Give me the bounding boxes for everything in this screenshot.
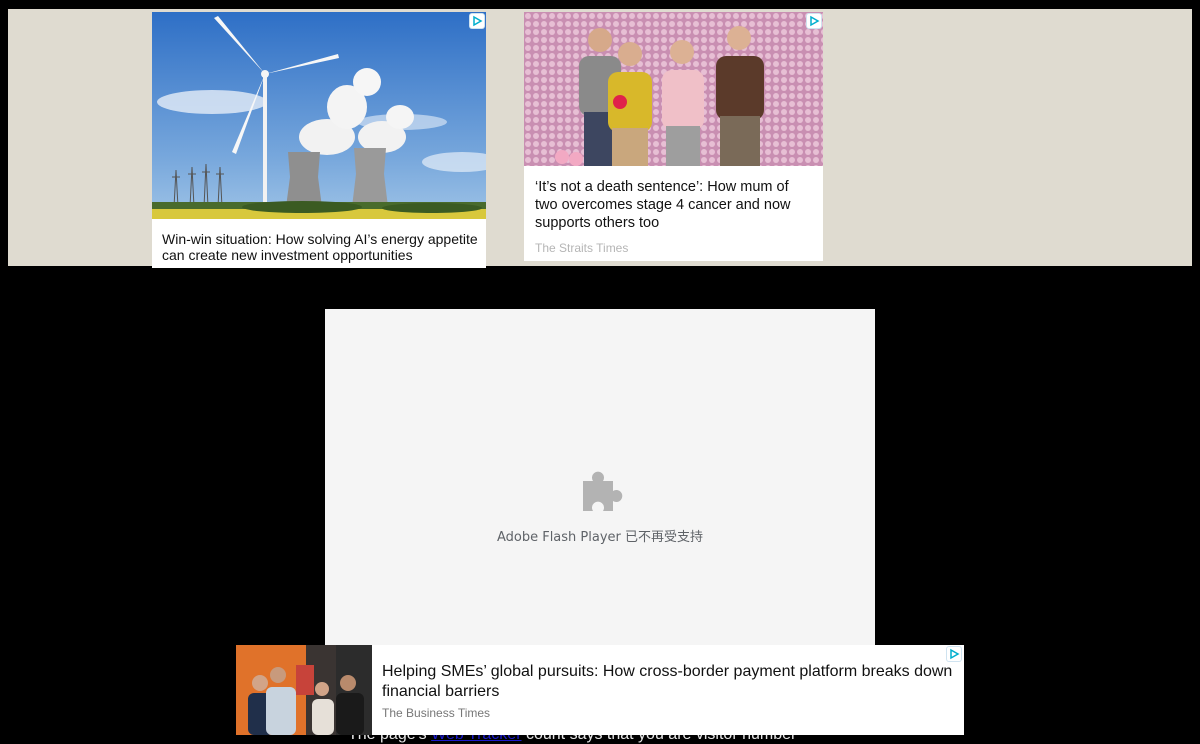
- ad-card-energy[interactable]: Win-win situation: How solving AI’s ener…: [152, 12, 486, 268]
- ad-source: The Business Times: [382, 706, 491, 720]
- ad-card-cancer-story[interactable]: ‘It’s not a death sentence’: How mum of …: [524, 12, 823, 261]
- ad-image-family[interactable]: [524, 12, 823, 166]
- puzzle-piece-icon: [583, 471, 623, 511]
- adchoices-icon[interactable]: [470, 14, 484, 28]
- ad-image-wind-turbine[interactable]: [152, 12, 486, 219]
- ad-source: The Straits Times: [535, 241, 629, 255]
- ad-headline[interactable]: Helping SMEs’ global pursuits: How cross…: [382, 662, 956, 702]
- adchoices-icon[interactable]: [947, 647, 961, 661]
- ad-banner-sme[interactable]: Helping SMEs’ global pursuits: How cross…: [236, 645, 964, 735]
- ad-image-event[interactable]: [236, 645, 372, 735]
- ad-headline[interactable]: ‘It’s not a death sentence’: How mum of …: [535, 178, 815, 232]
- adchoices-icon[interactable]: [807, 14, 821, 28]
- ad-headline[interactable]: Win-win situation: How solving AI’s ener…: [162, 231, 482, 263]
- flash-unsupported-message: Adobe Flash Player 已不再受支持: [496, 530, 704, 545]
- ad-band: Win-win situation: How solving AI’s ener…: [8, 9, 1192, 268]
- flash-plugin-placeholder[interactable]: Adobe Flash Player 已不再受支持: [325, 309, 875, 645]
